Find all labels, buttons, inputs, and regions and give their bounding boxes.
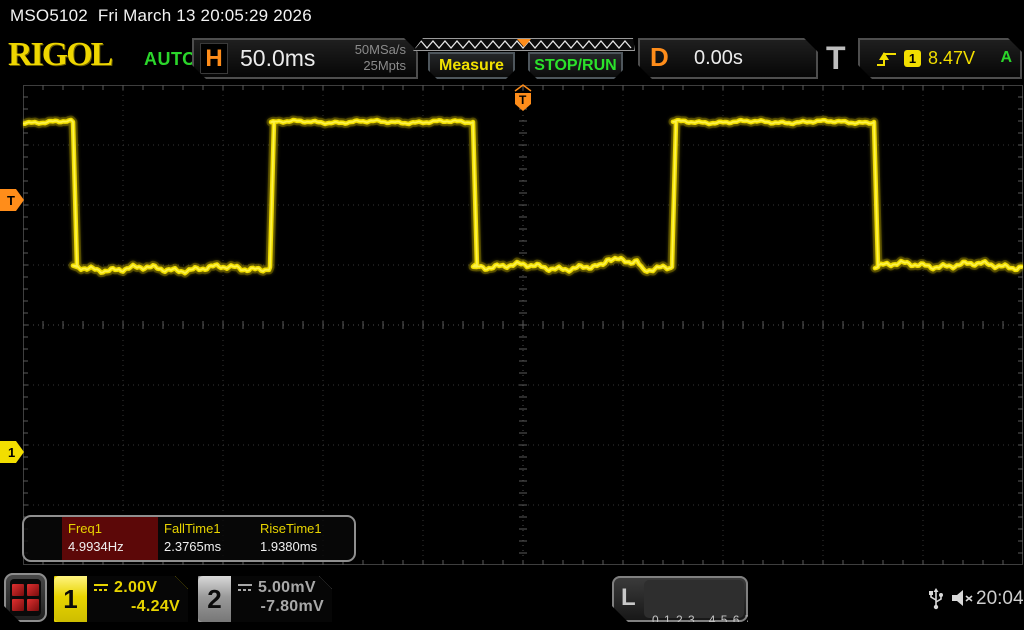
trigger-sweep-mode: A	[1000, 49, 1012, 67]
measurement-item-risetime1[interactable]: RiseTime1 1.9380ms	[254, 517, 350, 560]
delay-value: 0.00s	[694, 47, 743, 70]
logic-channels-row1: 0 1 2 3 4 5 6 7	[652, 613, 744, 628]
measurement-label: FallTime1	[164, 521, 252, 536]
trigger-level-marker-label: T	[7, 193, 15, 208]
stop-run-button[interactable]: STOP/RUN	[528, 52, 623, 79]
waveform-display	[23, 85, 1023, 565]
channel2-scale: 5.00mV	[258, 579, 316, 597]
channel1-number: 1	[54, 576, 87, 622]
trigger-source-badge: 1	[904, 50, 921, 67]
trigger-slope-icon	[876, 49, 898, 69]
memory-depth: 25Mpts	[355, 58, 406, 74]
titlebar: MSO5102 Fri March 13 20:05:29 2026	[10, 6, 312, 26]
trigger-level-value: 8.47V	[928, 48, 975, 69]
sample-rate-memdepth: 50MSa/s 25Mpts	[355, 42, 406, 74]
timebase-value: 50.0ms	[240, 45, 315, 72]
measurement-label: Freq1	[68, 521, 156, 536]
sample-rate: 50MSa/s	[355, 42, 406, 58]
channel1-scale: 2.00V	[114, 579, 157, 597]
logic-analyzer-label: L	[621, 584, 636, 612]
delay-label: D	[650, 42, 669, 73]
horizontal-panel[interactable]: H 50.0ms 50MSa/s 25Mpts	[192, 38, 418, 79]
channel1-position-marker[interactable]: 1	[0, 440, 26, 464]
menu-grid-icon	[10, 579, 41, 616]
channel1-offset: -4.24V	[93, 598, 180, 616]
logic-channel-list: 0 1 2 3 4 5 6 7 8 9 10 11 12 13 14 15	[644, 580, 744, 618]
rigol-logo: RIGOL	[8, 36, 111, 74]
measure-button[interactable]: Measure	[428, 52, 515, 79]
channel2-status-box[interactable]: 2 5.00mV -7.80mV	[198, 576, 332, 622]
trigger-position-marker-label: T	[519, 93, 527, 107]
memory-position-bar[interactable]	[413, 38, 635, 51]
menu-grid-button[interactable]	[4, 573, 47, 622]
logic-analyzer-status-box[interactable]: L 0 1 2 3 4 5 6 7 8 9 10 11 12 13 14 15	[612, 576, 748, 622]
acquisition-mode-label: AUTO	[144, 49, 197, 70]
datetime: Fri March 13 20:05:29 2026	[98, 6, 312, 25]
measurement-results-box[interactable]: Freq1 4.9934Hz FallTime1 2.3765ms RiseTime1 1…	[22, 515, 356, 562]
channel2-number: 2	[198, 576, 231, 622]
trigger-label: T	[826, 40, 846, 77]
channel2-offset: -7.80mV	[237, 598, 324, 616]
horizontal-label: H	[200, 43, 228, 74]
dc-coupling-icon	[93, 583, 109, 593]
usb-icon	[928, 588, 944, 610]
channel1-status-box[interactable]: 1 2.00V -4.24V	[54, 576, 188, 622]
measurement-value: 1.9380ms	[260, 539, 348, 554]
channel1-position-marker-label: 1	[8, 445, 15, 460]
sound-muted-icon[interactable]	[950, 588, 974, 608]
measurement-value: 4.9934Hz	[68, 539, 156, 554]
ch1-trace	[23, 85, 1023, 565]
measurement-item-freq1[interactable]: Freq1 4.9934Hz	[62, 517, 158, 560]
trigger-position-marker[interactable]: T	[512, 84, 534, 112]
memory-waveform-icon	[413, 38, 635, 51]
clock: 20:04	[976, 588, 1024, 610]
measurement-label: RiseTime1	[260, 521, 348, 536]
measurement-value: 2.3765ms	[164, 539, 252, 554]
trigger-panel[interactable]: 1 8.47V A	[858, 38, 1022, 79]
model-name: MSO5102	[10, 6, 88, 25]
measurement-item-falltime1[interactable]: FallTime1 2.3765ms	[158, 517, 254, 560]
oscilloscope-screen: MSO5102 Fri March 13 20:05:29 2026 RIGOL…	[0, 0, 1024, 630]
dc-coupling-icon	[237, 583, 253, 593]
delay-panel[interactable]: D 0.00s	[638, 38, 818, 79]
trigger-level-marker[interactable]: T	[0, 188, 26, 212]
